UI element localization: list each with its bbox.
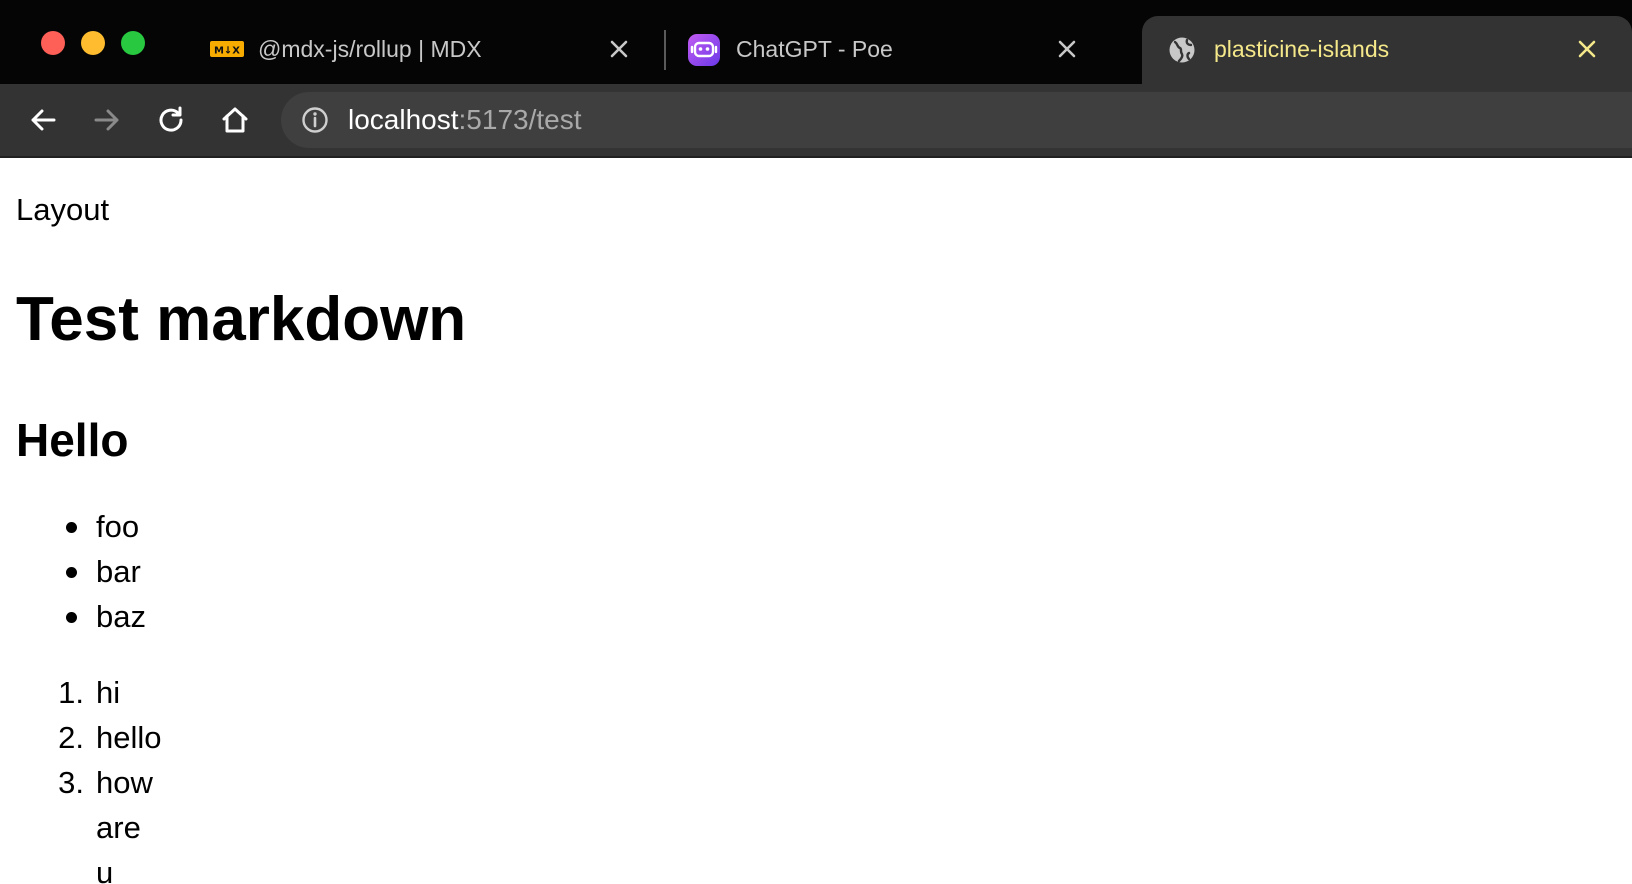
info-icon[interactable] [301,106,329,134]
list-item-text: hi [96,675,121,710]
url-path: :5173/test [458,104,582,135]
bullet-icon [66,567,77,578]
mdx-logo-icon: M↓X [210,41,244,57]
tab-title: @mdx-js/rollup | MDX [258,36,482,62]
tab-strip: M↓X @mdx-js/rollup | MDX ChatGPT - Poe p… [0,0,1632,84]
zoom-window-button[interactable] [121,31,145,55]
back-arrow-icon[interactable] [21,98,65,142]
forward-arrow-icon[interactable] [85,98,129,142]
browser-window: M↓X @mdx-js/rollup | MDX ChatGPT - Poe p… [0,0,1632,884]
list-item-text: bar [96,554,141,589]
page-title: Test markdown [16,285,467,354]
close-tab-icon[interactable] [1052,34,1082,64]
tab-mdx-rollup[interactable]: M↓X @mdx-js/rollup | MDX [190,16,660,84]
list-item-text: hello [96,720,162,755]
reload-icon[interactable] [149,98,193,142]
globe-icon [1168,36,1196,64]
page-content: Layout Test markdown Hello foo bar baz 1… [0,158,1632,884]
close-window-button[interactable] [41,31,65,55]
tab-chatgpt-poe[interactable]: ChatGPT - Poe [668,16,1132,84]
list-item-number: 3. [58,765,84,800]
minimize-window-button[interactable] [81,31,105,55]
list-item-text: foo [96,509,140,544]
list-item-text: baz [96,599,146,634]
tab-plasticine-islands[interactable]: plasticine-islands [1142,16,1632,84]
bullet-icon [66,522,77,533]
close-tab-icon[interactable] [1572,34,1602,64]
browser-toolbar: localhost:5173/test [0,84,1632,158]
close-tab-icon[interactable] [604,34,634,64]
url-host: localhost [348,104,459,135]
address-bar[interactable]: localhost:5173/test [281,92,1632,148]
bullet-icon [66,612,77,623]
list-item-number: 1. [58,675,84,710]
list-item-text: how are u [96,765,153,884]
tab-title: ChatGPT - Poe [736,36,893,62]
url-text: localhost:5173/test [348,105,582,135]
list-item-number: 2. [58,720,84,755]
section-heading: Hello [16,414,129,466]
layout-label: Layout [16,192,110,227]
poe-bot-icon [688,34,720,66]
svg-text:M↓X: M↓X [214,46,240,57]
tab-title: plasticine-islands [1214,36,1390,62]
tab-divider [664,30,666,70]
home-icon[interactable] [213,98,257,142]
